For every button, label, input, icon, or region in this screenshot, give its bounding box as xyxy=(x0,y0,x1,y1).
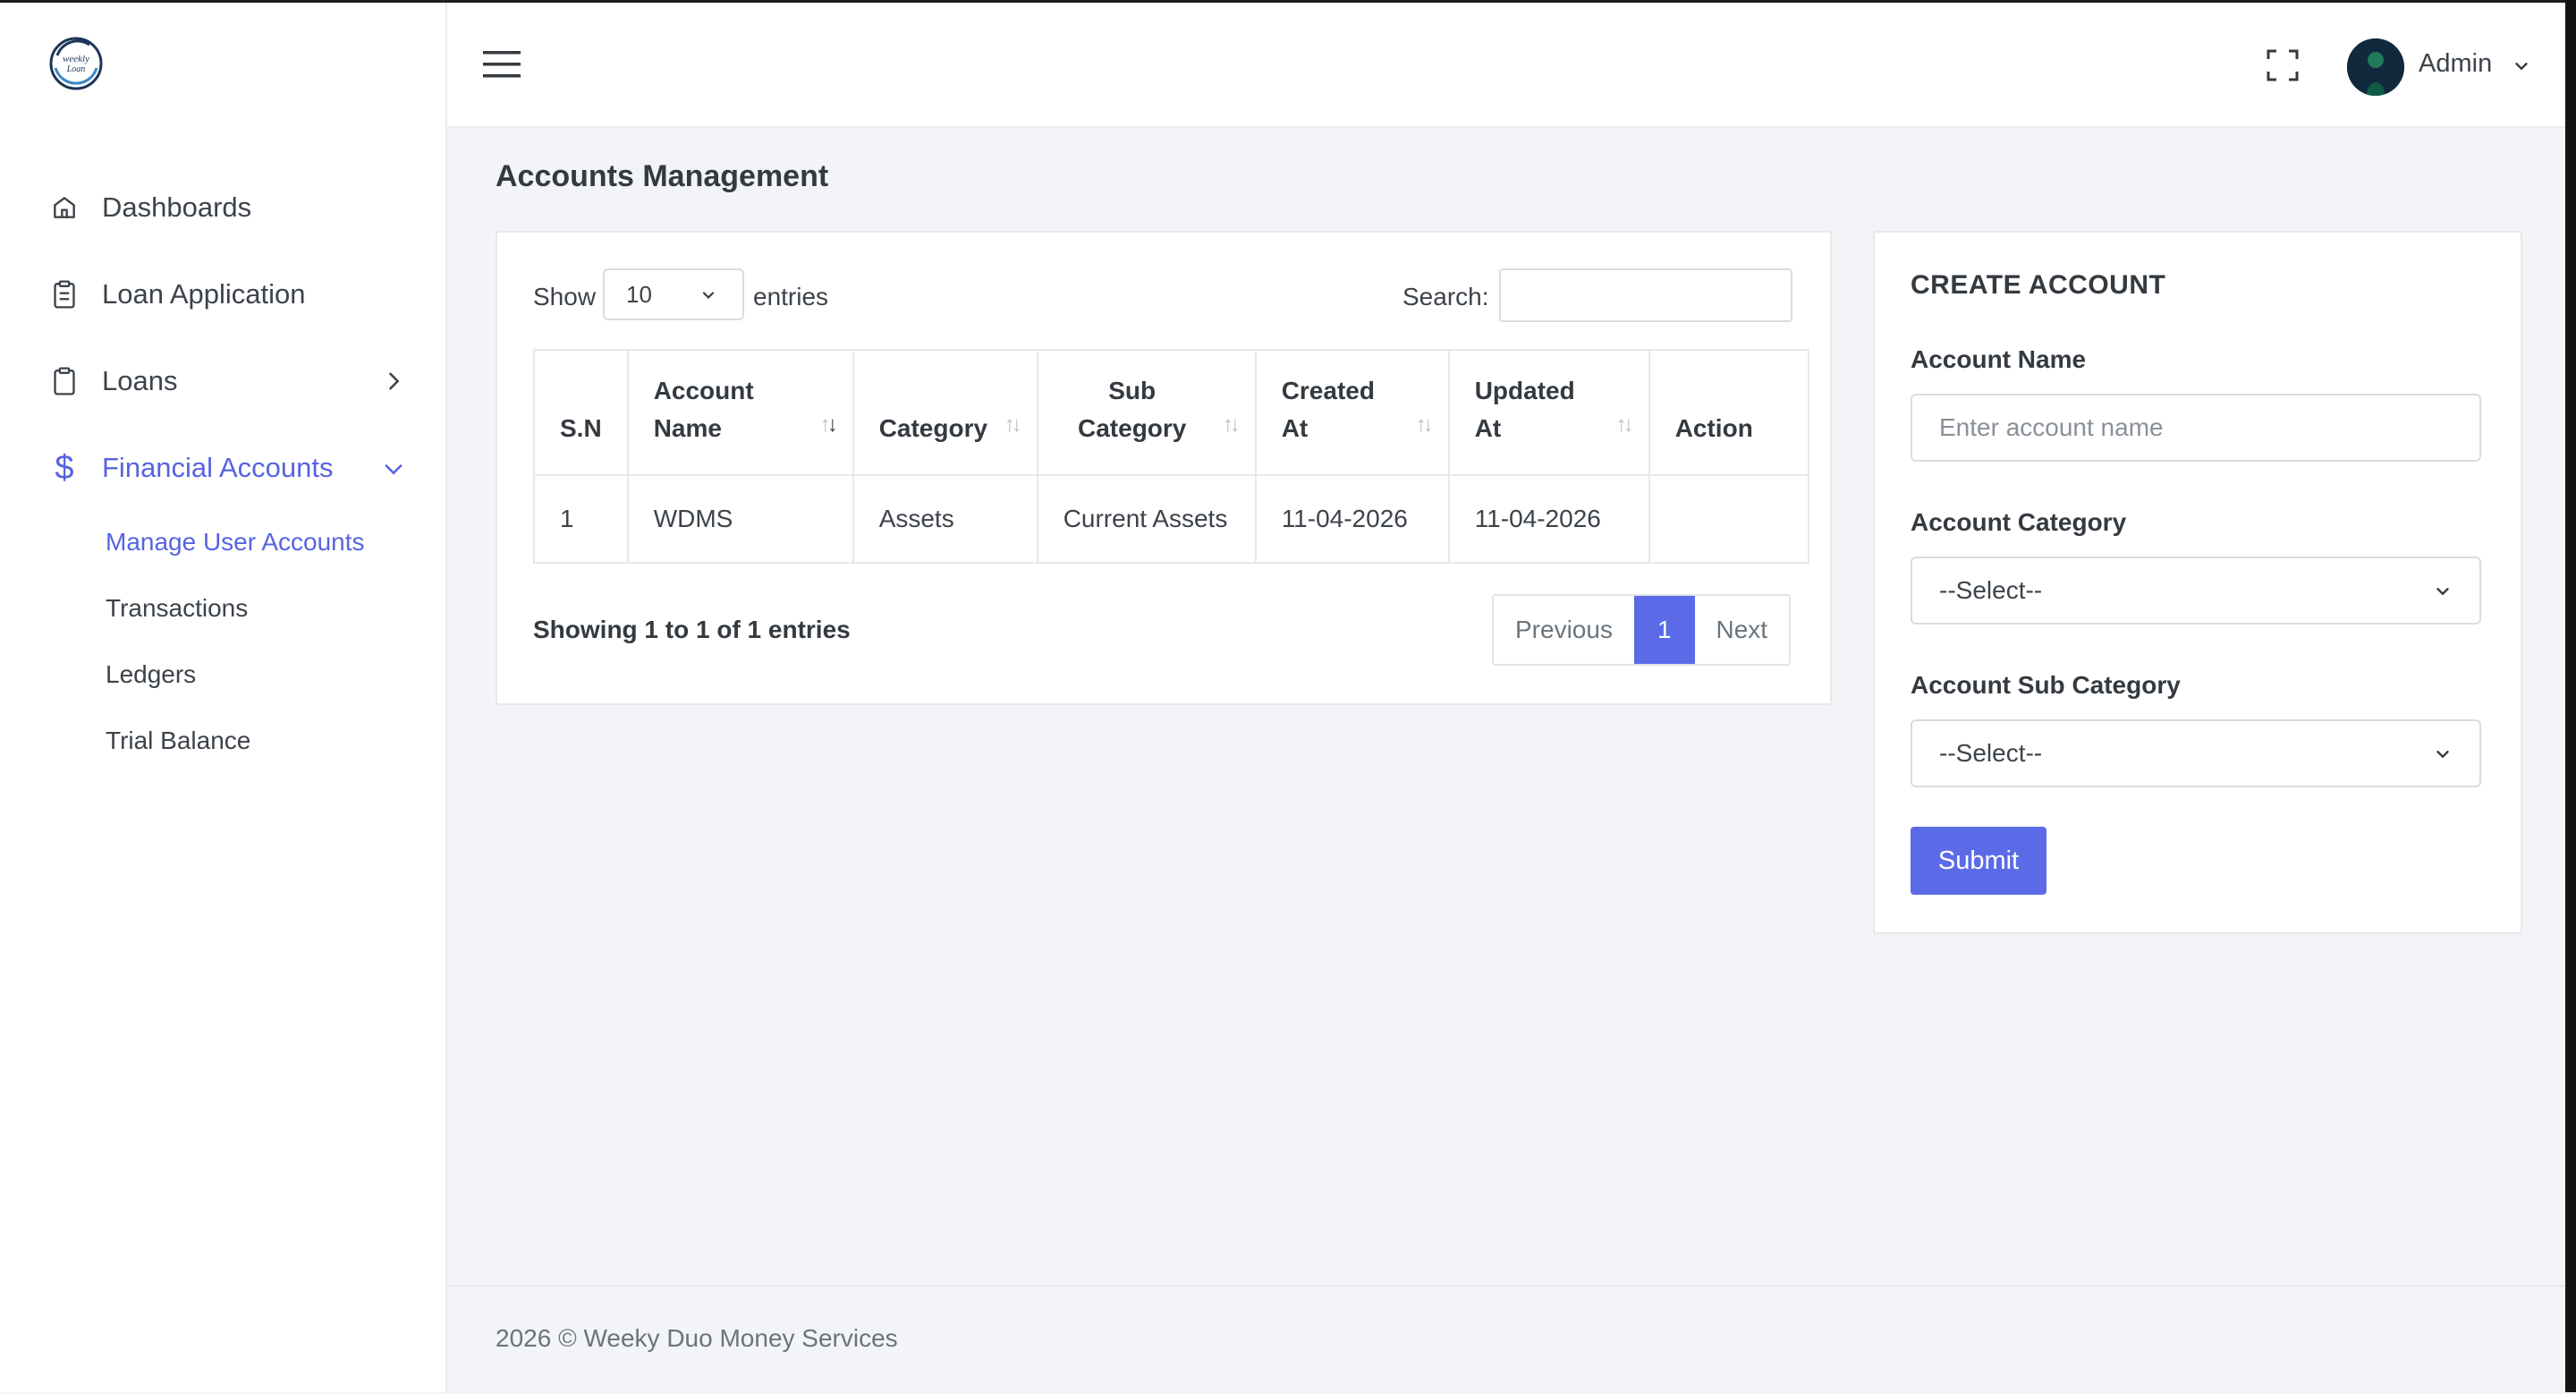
account-category-value: --Select-- xyxy=(1939,576,2043,604)
sidebar-item-loan-application[interactable]: Loan Application xyxy=(48,268,306,321)
column-header-sn[interactable]: S.N xyxy=(533,349,629,476)
home-icon xyxy=(48,191,80,224)
cell-sub-category: Current Assets xyxy=(1036,474,1257,564)
dollar-icon: $ xyxy=(55,448,74,487)
account-category-select[interactable]: --Select-- xyxy=(1911,557,2481,625)
account-category-label: Account Category xyxy=(1911,508,2127,536)
fullscreen-icon[interactable] xyxy=(2267,49,2299,81)
sidebar-subitem-ledgers[interactable]: Ledgers xyxy=(106,660,196,689)
clipboard-list-icon xyxy=(48,278,80,310)
sort-icon: ↑↓ xyxy=(1004,412,1022,437)
cell-created-at: 11-04-2026 xyxy=(1254,474,1450,564)
sort-icon: ↑↓ xyxy=(1415,412,1434,437)
account-sub-category-value: --Select-- xyxy=(1939,739,2043,767)
brand-logo[interactable]: weekly Loan xyxy=(48,36,104,91)
page-1-button[interactable]: 1 xyxy=(1633,596,1695,664)
page-length-select[interactable]: 10 xyxy=(603,268,744,320)
create-account-card: CREATE ACCOUNT Account Name Enter accoun… xyxy=(1873,231,2522,934)
column-header-account-name[interactable]: Account Name ↑↓ xyxy=(626,349,854,476)
sidebar-item-label: Dashboards xyxy=(102,191,252,223)
sidebar-item-label: Financial Accounts xyxy=(102,452,334,483)
account-sub-category-label: Account Sub Category xyxy=(1911,671,2181,699)
pagination: Previous 1 Next xyxy=(1492,594,1792,666)
hamburger-menu-icon[interactable] xyxy=(483,49,521,80)
sort-icon: ↑↓ xyxy=(1615,412,1634,437)
search-input[interactable] xyxy=(1499,268,1792,322)
window-edge xyxy=(2565,0,2576,1392)
sidebar-subitem-trial-balance[interactable]: Trial Balance xyxy=(106,727,250,755)
page-title: Accounts Management xyxy=(496,159,829,193)
cell-updated-at: 11-04-2026 xyxy=(1447,474,1650,564)
chevron-down-icon xyxy=(2436,751,2449,759)
avatar[interactable] xyxy=(2347,38,2404,96)
clipboard-icon xyxy=(48,365,80,397)
chevron-down-icon[interactable] xyxy=(2512,56,2531,76)
sidebar-item-dashboards[interactable]: Dashboards xyxy=(48,181,251,234)
svg-text:weekly: weekly xyxy=(63,54,89,64)
entries-label: entries xyxy=(753,283,829,310)
column-header-sub-category[interactable]: Sub Category ↑↓ xyxy=(1036,349,1257,476)
table-info: Showing 1 to 1 of 1 entries xyxy=(533,616,851,643)
sidebar-item-label: Loans xyxy=(102,365,178,396)
top-header: Admin xyxy=(447,3,2565,128)
account-sub-category-select[interactable]: --Select-- xyxy=(1911,719,2481,787)
cell-category: Assets xyxy=(852,474,1038,564)
table-row: 1 WDMS Assets Current Assets 11-04-2026 … xyxy=(533,474,1809,564)
column-header-category[interactable]: Category ↑↓ xyxy=(852,349,1038,476)
search-label: Search: xyxy=(1402,283,1489,310)
submit-button[interactable]: Submit xyxy=(1911,827,2046,895)
column-header-updated-at[interactable]: Updated At ↑↓ xyxy=(1447,349,1650,476)
sort-icon: ↑↓ xyxy=(819,412,838,437)
chevron-down-icon xyxy=(2436,588,2449,596)
accounts-table: S.N Account Name ↑↓ Category ↑↓ Sub Catego… xyxy=(533,349,1809,564)
column-header-action: Action xyxy=(1648,349,1809,476)
footer: 2026 © Weeky Duo Money Services xyxy=(447,1285,2565,1394)
sidebar: weekly Loan Dashboards Loan Application … xyxy=(0,0,447,1392)
sidebar-subitem-transactions[interactable]: Transactions xyxy=(106,594,248,623)
chevron-down-icon[interactable] xyxy=(381,456,406,481)
chevron-right-icon[interactable] xyxy=(381,369,406,394)
svg-text:Loan: Loan xyxy=(66,64,86,74)
table-header-row: S.N Account Name ↑↓ Category ↑↓ Sub Catego… xyxy=(533,349,1809,476)
chevron-down-icon xyxy=(702,292,715,300)
cell-account-name: WDMS xyxy=(626,474,854,564)
account-name-label: Account Name xyxy=(1911,345,2087,373)
user-name[interactable]: Admin xyxy=(2419,49,2492,79)
cell-action xyxy=(1648,474,1809,564)
page-length-value: 10 xyxy=(626,281,652,308)
sidebar-item-loans[interactable]: Loans xyxy=(48,354,177,408)
next-page-button[interactable]: Next xyxy=(1694,596,1790,664)
create-account-title: CREATE ACCOUNT xyxy=(1911,270,2166,300)
footer-copyright: 2026 © Weeky Duo Money Services xyxy=(496,1324,898,1352)
sidebar-item-financial-accounts[interactable]: $ Financial Accounts xyxy=(48,441,333,495)
accounts-table-card: Show 10 entries Search: S.N Account Name … xyxy=(496,231,1832,705)
show-label: Show xyxy=(533,283,597,310)
previous-page-button[interactable]: Previous xyxy=(1494,596,1634,664)
column-header-created-at[interactable]: Created At ↑↓ xyxy=(1254,349,1450,476)
window-top-border xyxy=(0,0,2576,3)
sidebar-subitem-manage-user-accounts[interactable]: Manage User Accounts xyxy=(106,528,365,557)
sidebar-item-label: Loan Application xyxy=(102,278,306,310)
cell-sn: 1 xyxy=(533,474,629,564)
account-name-input[interactable]: Enter account name xyxy=(1911,394,2481,462)
sort-icon: ↑↓ xyxy=(1222,412,1241,437)
